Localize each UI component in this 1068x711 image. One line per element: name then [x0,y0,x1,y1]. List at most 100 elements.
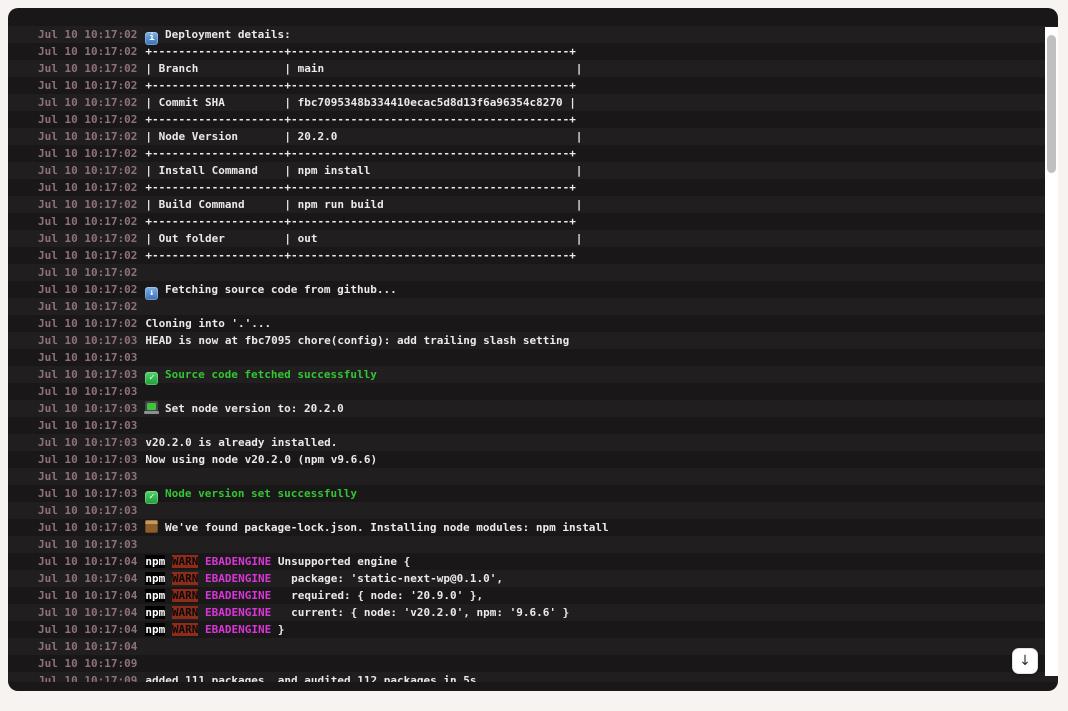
log-message: v20.2.0 is already installed. [145,436,337,449]
log-timestamp: Jul 10 10:17:04 [38,606,137,619]
log-timestamp: Jul 10 10:17:02 [38,283,137,296]
log-line: Jul 10 10:17:04npm WARN EBADENGINE requi… [8,587,1058,604]
log-timestamp: Jul 10 10:17:03 [38,419,137,432]
log-timestamp: Jul 10 10:17:04 [38,623,137,636]
log-text [165,555,172,568]
log-text: | Node Version | 20.2.0 | [145,130,582,143]
log-message: Cloning into '.'... [145,317,271,330]
log-text: v20.2.0 is already installed. [145,436,337,449]
log-line: Jul 10 10:17:02+--------------------+---… [8,213,1058,230]
log-text: Cloning into '.'... [145,317,271,330]
scrollbar-thumb[interactable] [1047,35,1056,173]
log-line: Jul 10 10:17:03 [8,502,1058,519]
log-line: Jul 10 10:17:04npm WARN EBADENGINE Unsup… [8,553,1058,570]
log-message: | Branch | main | [145,62,582,75]
log-line: Jul 10 10:17:04 [8,638,1058,655]
log-message: HEAD is now at fbc7095 chore(config): ad… [145,334,569,347]
log-line: Jul 10 10:17:03 [8,417,1058,434]
log-timestamp: Jul 10 10:17:09 [38,674,137,682]
log-text: } [271,623,284,636]
scrollbar-track[interactable] [1045,27,1058,676]
package-icon [145,520,158,533]
log-text: current: { node: 'v20.2.0', npm: '9.6.6'… [271,606,569,619]
log-line: Jul 10 10:17:09 [8,655,1058,672]
log-timestamp: Jul 10 10:17:03 [38,436,137,449]
log-message: +--------------------+------------------… [145,147,575,160]
log-text: Source code fetched successfully [158,368,377,381]
log-timestamp: Jul 10 10:17:02 [38,232,137,245]
log-message: +--------------------+------------------… [145,45,575,58]
log-timestamp: Jul 10 10:17:03 [38,487,137,500]
log-line: Jul 10 10:17:03 [8,536,1058,553]
log-message: +--------------------+------------------… [145,113,575,126]
log-line: Jul 10 10:17:02i Deployment details: [8,26,1058,43]
log-timestamp: Jul 10 10:17:02 [38,113,137,126]
npm-badge: npm [145,623,165,636]
scroll-to-bottom-button[interactable]: ↓ [1012,648,1038,674]
log-text: Fetching source code from github... [158,283,396,296]
log-timestamp: Jul 10 10:17:04 [38,589,137,602]
log-text: | Commit SHA | fbc7095348b334410ecac5d8d… [145,96,575,109]
log-text [165,623,172,636]
log-message: added 111 packages, and audited 112 pack… [145,674,476,682]
log-message: | Node Version | 20.2.0 | [145,130,582,143]
log-text: +--------------------+------------------… [145,249,575,262]
log-text: Now using node v20.2.0 (npm v9.6.6) [145,453,377,466]
log-line: Jul 10 10:17:02 +--------------------+---… [8,179,1058,196]
log-message: ✓ Node version set successfully [145,487,357,500]
npm-badge: npm [145,589,165,602]
log-message: We've found package-lock.json. Installin… [145,521,608,534]
log-message: ✓ Source code fetched successfully [145,368,377,381]
log-text [165,572,172,585]
log-line: Jul 10 10:17:04npm WARN EBADENGINE curre… [8,604,1058,621]
log-message: +--------------------+------------------… [145,79,575,92]
log-line: Jul 10 10:17:03 [8,468,1058,485]
warn-badge: WARN [172,555,199,568]
log-timestamp: Jul 10 10:17:02 [38,45,137,58]
log-text: added 111 packages, and audited 112 pack… [145,674,476,682]
log-timestamp: Jul 10 10:17:03 [38,385,137,398]
warn-badge: WARN [172,572,199,585]
log-timestamp: Jul 10 10:17:02 [38,96,137,109]
log-line: Jul 10 10:17:02| Node Version | 20.2.0 | [8,128,1058,145]
log-text: Set node version to: 20.2.0 [158,402,343,415]
log-text: HEAD is now at fbc7095 chore(config): ad… [145,334,569,347]
log-timestamp: Jul 10 10:17:04 [38,572,137,585]
log-timestamp: Jul 10 10:17:03 [38,453,137,466]
npm-badge: npm [145,606,165,619]
log-text: Deployment details: [158,28,290,41]
log-message: npm WARN EBADENGINE } [145,623,284,636]
log-text: We've found package-lock.json. Installin… [158,521,608,534]
log-text: EBADENGINE [205,623,271,636]
log-text: EBADENGINE [205,572,271,585]
log-line: Jul 10 10:17:02 | Commit SHA | fbc7095348… [8,94,1058,111]
log-line: Jul 10 10:17:03 v20.2.0 is already instal… [8,434,1058,451]
warn-badge: WARN [172,589,199,602]
log-scroll-area[interactable]: Jul 10 10:17:02i Deployment details:Jul … [8,26,1058,682]
log-timestamp: Jul 10 10:17:02 [38,28,137,41]
log-text: | Out folder | out | [145,232,582,245]
log-timestamp: Jul 10 10:17:02 [38,181,137,194]
log-line: Jul 10 10:17:03 We've found package-lock… [8,519,1058,536]
log-text: | Branch | main | [145,62,582,75]
log-text: +--------------------+------------------… [145,113,575,126]
log-line: Jul 10 10:17:02 [8,298,1058,315]
log-line: Jul 10 10:17:09 added 111 packages, and a… [8,672,1058,682]
log-text [165,589,172,602]
log-text: | Build Command | npm run build | [145,198,582,211]
check-icon: ✓ [145,491,158,504]
log-message: | Commit SHA | fbc7095348b334410ecac5d8d… [145,96,575,109]
log-message: +--------------------+------------------… [145,181,575,194]
log-message: | Out folder | out | [145,232,582,245]
deployment-log-panel: Jul 10 10:17:02i Deployment details:Jul … [8,8,1058,691]
log-message: ↓ Fetching source code from github... [145,283,396,296]
log-line: Jul 10 10:17:02 +--------------------+---… [8,111,1058,128]
log-text: +--------------------+------------------… [145,147,575,160]
log-message: Set node version to: 20.2.0 [145,402,343,415]
laptop-screen [147,403,156,410]
log-message: Now using node v20.2.0 (npm v9.6.6) [145,453,377,466]
log-timestamp: Jul 10 10:17:02 [38,198,137,211]
log-line: Jul 10 10:17:02+--------------------+---… [8,77,1058,94]
down-arrow-icon: ↓ [1019,653,1031,669]
log-timestamp: Jul 10 10:17:03 [38,334,137,347]
